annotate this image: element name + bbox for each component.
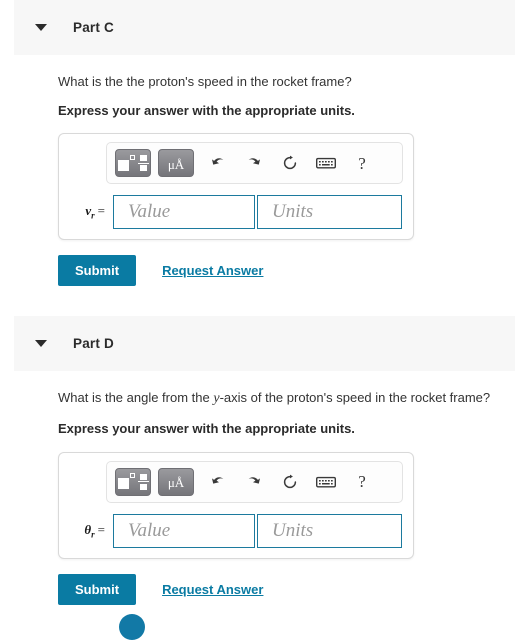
part-section-d: Part D What is the angle from the y-axis… — [0, 316, 515, 605]
template-fraction-icon — [137, 154, 149, 173]
part-body-c: What is the the proton's speed in the ro… — [0, 73, 515, 287]
undo-icon[interactable] — [201, 468, 235, 496]
value-input-placeholder: Value — [128, 201, 171, 223]
units-icon[interactable]: μÅ — [158, 149, 194, 178]
question-text-pre: What is the the proton's speed in the ro… — [58, 74, 352, 89]
redo-icon[interactable] — [237, 468, 271, 496]
part-header-c[interactable]: Part C — [14, 0, 515, 55]
math-toolbar: μÅ ? — [106, 460, 403, 503]
help-icon[interactable]: ? — [345, 468, 379, 496]
units-input[interactable]: Units — [257, 195, 402, 230]
caret-down-icon[interactable] — [35, 24, 47, 31]
template-icon[interactable] — [115, 467, 151, 496]
instruction-text: Express your answer with the appropriate… — [58, 420, 355, 436]
variable-label: vr = — [85, 203, 105, 221]
caret-down-icon[interactable] — [35, 340, 47, 348]
template-square-icon — [117, 159, 129, 171]
submit-row: Submit Request Answer — [58, 255, 499, 287]
keyboard-icon[interactable] — [309, 149, 343, 177]
instruction-text: Express your answer with the appropriate… — [58, 102, 355, 118]
answer-box: μÅ — [58, 451, 414, 559]
variable-label: θr = — [84, 521, 105, 540]
question-text: What is the angle from the y-axis of the… — [58, 389, 499, 409]
submit-row: Submit Request Answer — [58, 573, 499, 605]
template-fraction-icon — [137, 472, 149, 491]
next-part-badge-icon[interactable] — [119, 614, 145, 640]
value-input[interactable]: Value — [113, 195, 255, 230]
answer-input-row: vr = Value Units — [59, 195, 413, 230]
template-superscript-icon — [129, 473, 135, 479]
template-icon[interactable] — [115, 149, 151, 178]
submit-button[interactable]: Submit — [58, 255, 137, 287]
value-input[interactable]: Value — [113, 513, 255, 548]
value-input-placeholder: Value — [128, 519, 171, 541]
units-input-placeholder: Units — [272, 519, 314, 541]
part-title: Part C — [73, 20, 114, 35]
part-body-d: What is the angle from the y-axis of the… — [0, 389, 515, 605]
units-input-placeholder: Units — [272, 201, 314, 223]
part-header-d[interactable]: Part D — [14, 316, 515, 372]
reset-icon[interactable] — [273, 149, 307, 177]
units-icon[interactable]: μÅ — [158, 467, 194, 496]
reset-icon[interactable] — [273, 468, 307, 496]
template-superscript-icon — [129, 154, 135, 160]
redo-icon[interactable] — [237, 149, 271, 177]
answer-box: μÅ — [58, 133, 414, 241]
question-text-post: -axis of the proton's speed in the rocke… — [219, 390, 491, 406]
math-toolbar: μÅ ? — [106, 142, 403, 185]
template-square-icon — [117, 478, 129, 490]
submit-button[interactable]: Submit — [58, 573, 137, 605]
answer-input-row: θr = Value Units — [59, 513, 413, 548]
request-answer-link[interactable]: Request Answer — [162, 263, 263, 278]
help-icon[interactable]: ? — [345, 149, 379, 177]
request-answer-link[interactable]: Request Answer — [162, 582, 263, 597]
question-text-pre: What is the angle from the — [58, 390, 214, 406]
keyboard-icon[interactable] — [309, 468, 343, 496]
question-text: What is the the proton's speed in the ro… — [58, 73, 499, 91]
units-input[interactable]: Units — [257, 513, 402, 548]
part-title: Part D — [73, 336, 114, 352]
part-section-c: Part C What is the the proton's speed in… — [0, 0, 515, 287]
undo-icon[interactable] — [201, 149, 235, 177]
